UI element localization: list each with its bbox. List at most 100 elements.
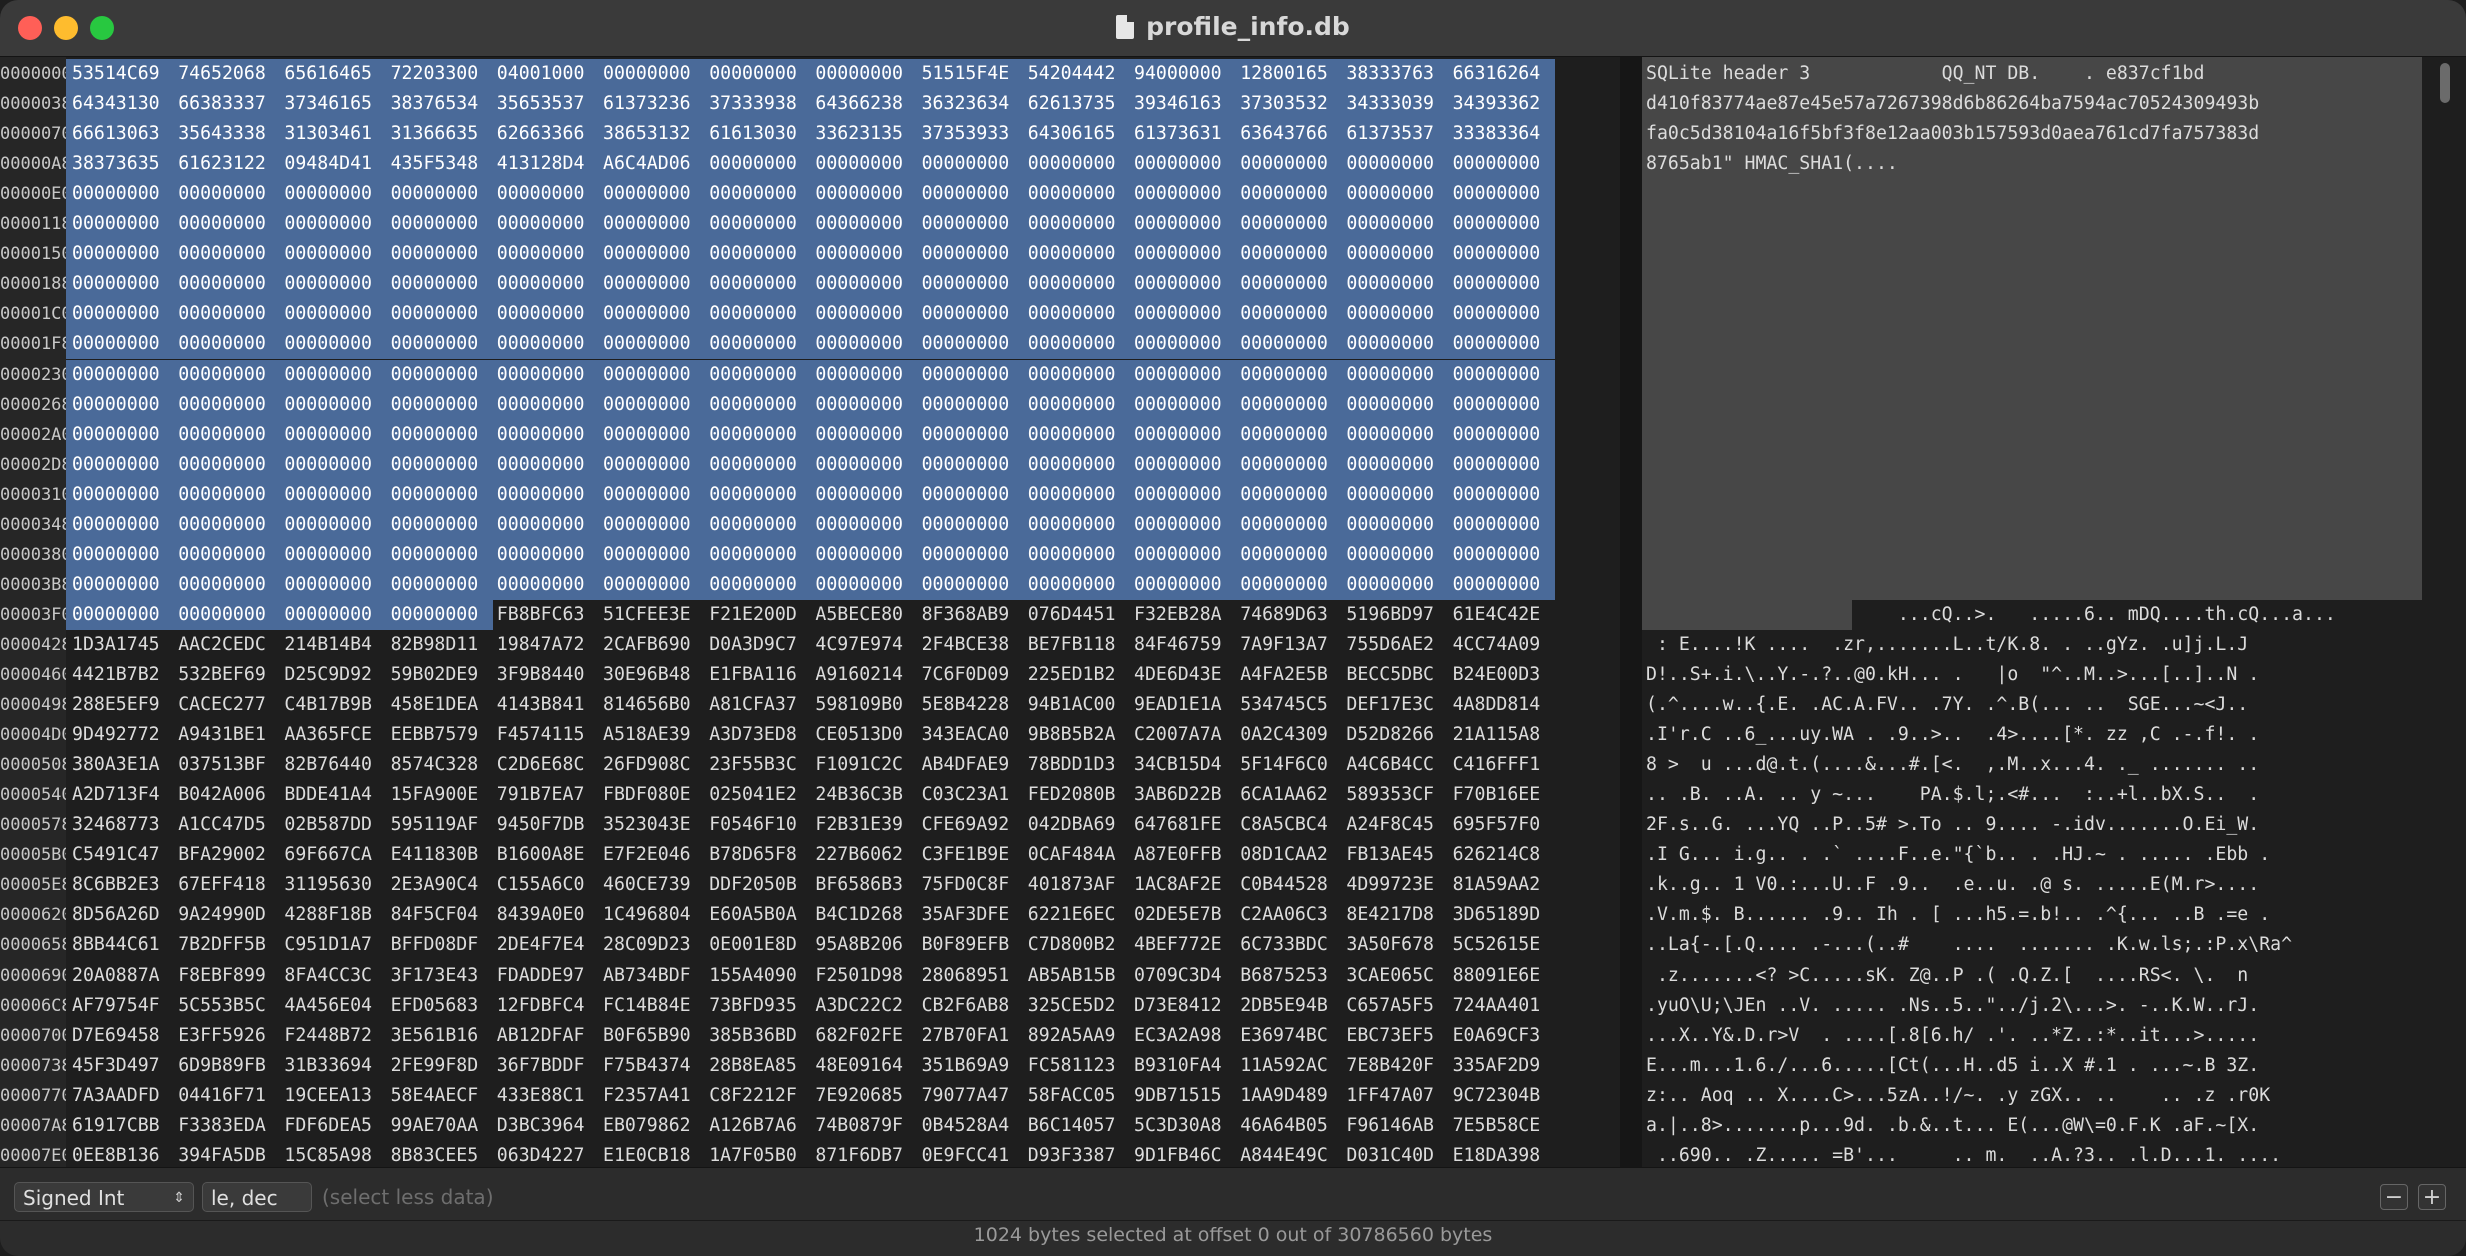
hex-word[interactable]: 00000000	[1446, 269, 1555, 300]
ascii-row[interactable]: E...m...1.6./...6.....[Ct(...H..d5 i..X …	[1642, 1051, 2422, 1081]
hex-word[interactable]: D73E8412	[1128, 991, 1234, 1021]
hex-word[interactable]: 00000000	[703, 539, 812, 570]
hex-word[interactable]: B9310FA4	[1128, 1051, 1234, 1081]
hex-word[interactable]: 335AF2D9	[1447, 1051, 1553, 1081]
hex-row[interactable]: 00000000 00000000 00000000 00000000 00000000…	[66, 509, 1620, 540]
hex-word[interactable]: 00000000	[1340, 569, 1449, 600]
hex-word[interactable]: 00000000	[597, 269, 705, 300]
hex-word[interactable]: 00000000	[278, 359, 387, 390]
hex-word[interactable]: B6C14057	[1022, 1111, 1128, 1141]
hex-word[interactable]: 385B36BD	[703, 1021, 809, 1051]
hex-word[interactable]: 00000000	[278, 419, 387, 450]
hex-word[interactable]: 00000000	[1446, 359, 1555, 390]
hex-word[interactable]: AB734BDF	[597, 961, 703, 991]
hex-word[interactable]: 61373631	[1128, 119, 1236, 150]
hex-word[interactable]: 58FACC05	[1022, 1081, 1128, 1111]
hex-word[interactable]: 00000000	[703, 329, 812, 360]
hex-word[interactable]: 00000000	[1021, 239, 1130, 270]
hex-row[interactable]: D7E69458 E3FF5926 F2448B72 3E561B16 AB12DFAF…	[66, 1021, 1620, 1051]
hex-word[interactable]: 00000000	[809, 479, 918, 510]
hex-word[interactable]: 35643338	[172, 119, 281, 150]
hex-word[interactable]: 9450F7DB	[491, 810, 597, 840]
hex-word[interactable]: 00000000	[278, 599, 387, 630]
hex-word[interactable]: A81CFA37	[703, 690, 809, 720]
hex-word[interactable]: BFFD08DF	[385, 930, 491, 960]
hex-word[interactable]: 00000000	[490, 509, 599, 540]
hex-word[interactable]: 0CAF484A	[1022, 840, 1128, 870]
hex-row[interactable]: 8C6BB2E3 67EFF418 31195630 2E3A90C4 C155A6C0…	[66, 870, 1620, 900]
hex-word[interactable]: 2DB5E94B	[1234, 991, 1340, 1021]
hex-word[interactable]: 4A456E04	[278, 991, 384, 1021]
hex-word[interactable]: 9A24990D	[172, 900, 278, 930]
hex-word[interactable]: CE0513D0	[809, 720, 915, 750]
hex-word[interactable]: 00000000	[384, 299, 493, 330]
hex-word[interactable]: 00000000	[172, 539, 281, 570]
hex-word[interactable]: B1600A8E	[491, 840, 597, 870]
hex-word[interactable]: 00000000	[597, 479, 705, 510]
hex-word[interactable]: D3BC3964	[491, 1111, 597, 1141]
hex-word[interactable]: F32EB28A	[1128, 600, 1234, 630]
hex-word[interactable]: A844E49C	[1234, 1141, 1340, 1167]
hex-word[interactable]: 8FA4CC3C	[278, 961, 384, 991]
hex-word[interactable]: 8439A0E0	[491, 900, 597, 930]
hex-word[interactable]: 34393362	[1446, 89, 1555, 120]
hex-word[interactable]: 00000000	[1234, 329, 1343, 360]
hex-word[interactable]: 00000000	[172, 269, 281, 300]
hex-word[interactable]: 00000000	[490, 479, 599, 510]
hex-word[interactable]: 00000000	[1340, 389, 1449, 420]
hex-word[interactable]: 00000000	[66, 179, 174, 210]
hex-word[interactable]: 65616465	[278, 59, 387, 89]
hex-word[interactable]: 8574C328	[385, 750, 491, 780]
hex-word[interactable]: 00000000	[703, 149, 812, 180]
hex-word[interactable]: 325CE5D2	[1022, 991, 1128, 1021]
hex-word[interactable]: C03C23A1	[916, 780, 1022, 810]
hex-word[interactable]: 31B33694	[278, 1051, 384, 1081]
hex-row[interactable]: 7A3AADFD 04416F71 19CEEA13 58E4AECF 433E88C1…	[66, 1081, 1620, 1111]
hex-word[interactable]: 35AF3DFE	[916, 900, 1022, 930]
hex-word[interactable]: 00000000	[1340, 509, 1449, 540]
hex-word[interactable]: 62663366	[490, 119, 599, 150]
hex-word[interactable]: 00000000	[1021, 389, 1130, 420]
hex-word[interactable]: 4421B7B2	[66, 660, 172, 690]
ascii-row[interactable]: : E....!K .... .zr,.......L..t/K.8. . ..…	[1642, 630, 2422, 660]
hex-word[interactable]: 791B7EA7	[491, 780, 597, 810]
hex-word[interactable]: E1FBA116	[703, 660, 809, 690]
hex-word[interactable]: 00000000	[1128, 509, 1236, 540]
hex-word[interactable]: 1A7F05B0	[703, 1141, 809, 1167]
hex-word[interactable]: 0EE8B136	[66, 1141, 172, 1167]
hex-word[interactable]: 24B36C3B	[809, 780, 915, 810]
hex-word[interactable]: 00000000	[1234, 539, 1343, 570]
hex-word[interactable]: C8F2212F	[703, 1081, 809, 1111]
hex-word[interactable]: 4288F18B	[278, 900, 384, 930]
ascii-row[interactable]: D!..S+.i.\..Y.-.?..@0.kH... . |o "^..M..…	[1642, 660, 2422, 690]
hex-word[interactable]: 00000000	[915, 419, 1024, 450]
ascii-row[interactable]	[1642, 239, 2422, 269]
hex-row[interactable]: 00000000 00000000 00000000 00000000 00000000…	[66, 569, 1620, 600]
ascii-row[interactable]	[1642, 360, 2422, 390]
hex-word[interactable]: 00000000	[66, 329, 174, 360]
hex-row[interactable]: 00000000 00000000 00000000 00000000 00000000…	[66, 329, 1620, 360]
hex-word[interactable]: 45F3D497	[66, 1051, 172, 1081]
data-type-select[interactable]: Signed Int ⇕	[14, 1182, 194, 1212]
endian-format-select[interactable]: le, dec	[202, 1182, 312, 1212]
hex-word[interactable]: A4C6B4CC	[1340, 750, 1446, 780]
hex-word[interactable]: 00000000	[809, 509, 918, 540]
hex-word[interactable]: E1E0CB18	[597, 1141, 703, 1167]
hex-word[interactable]: 00000000	[490, 179, 599, 210]
hex-word[interactable]: 227B6062	[809, 840, 915, 870]
hex-word[interactable]: 66316264	[1446, 59, 1555, 89]
hex-word[interactable]: 00000000	[1128, 359, 1236, 390]
hex-word[interactable]: 00000000	[597, 539, 705, 570]
hex-row[interactable]: 00000000 00000000 00000000 00000000 00000000…	[66, 269, 1620, 300]
ascii-row[interactable]	[1642, 480, 2422, 510]
hex-word[interactable]: 00000000	[384, 359, 493, 390]
hex-word[interactable]: 00000000	[1128, 449, 1236, 480]
ascii-row[interactable]: .I'r.C ..6_...uy.WA . .9..>.. .4>....[*.…	[1642, 720, 2422, 750]
hex-word[interactable]: A126B7A6	[703, 1111, 809, 1141]
hex-word[interactable]: BECC5DBC	[1340, 660, 1446, 690]
hex-word[interactable]: 892A5AA9	[1022, 1021, 1128, 1051]
plus-button[interactable]: +	[2418, 1184, 2446, 1210]
hex-row[interactable]: 380A3E1A 037513BF 82B76440 8574C328 C2D6E68C…	[66, 750, 1620, 780]
ascii-row[interactable]: 8 > u ...d@.t.(....&...#.[<. ,.M..x...4.…	[1642, 750, 2422, 780]
hex-word[interactable]: 94000000	[1128, 59, 1236, 89]
